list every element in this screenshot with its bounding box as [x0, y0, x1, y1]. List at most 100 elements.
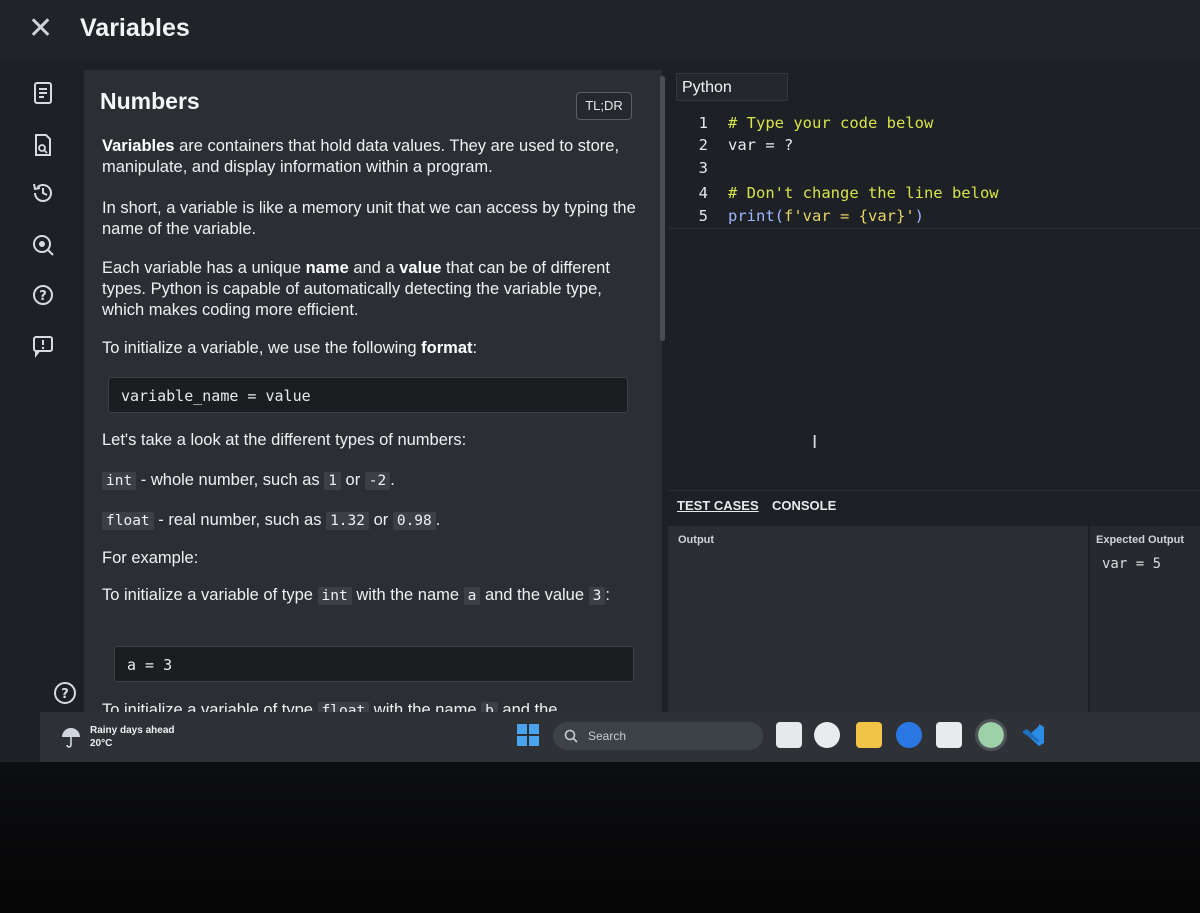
code-block-format: variable_name = value: [108, 377, 628, 413]
inline-code: -2: [364, 472, 391, 490]
paragraph-text: and the value: [480, 586, 589, 604]
weather-title: Rainy days ahead: [90, 725, 175, 736]
lesson-paragraph-1: Variables are containers that hold data …: [102, 136, 642, 178]
lesson-paragraph-8: To initialize a variable of type float w…: [102, 700, 642, 712]
weather-widget[interactable]: Rainy days ahead 20°C: [90, 724, 174, 750]
paragraph-text: or: [340, 471, 365, 489]
paragraph-text: :: [605, 586, 610, 604]
paragraph-text: or: [369, 511, 393, 529]
search-box[interactable]: [553, 722, 763, 750]
svg-text:?: ?: [39, 289, 47, 304]
paragraph-text: To initialize a variable of type: [102, 701, 318, 712]
store-icon[interactable]: [936, 722, 962, 748]
lesson-paragraph-6: For example:: [102, 549, 199, 567]
lesson-paragraph-2: In short, a variable is like a memory un…: [102, 199, 636, 238]
lesson-panel: Numbers TL;DR Variables are containers t…: [84, 70, 662, 712]
code-text: # Type your code below: [728, 114, 934, 132]
line-number: 3: [698, 159, 708, 177]
expected-output-value: var = 5: [1102, 556, 1162, 572]
paragraph-text: - real number, such as: [153, 511, 327, 529]
tldr-button[interactable]: TL;DR: [576, 92, 632, 120]
laptop-bezel: [0, 762, 1200, 913]
line-number: 5: [698, 207, 708, 225]
tab-test-cases[interactable]: TEST CASES: [677, 498, 759, 513]
history-icon[interactable]: [30, 180, 56, 206]
lesson-icon[interactable]: [30, 80, 56, 106]
vscode-icon[interactable]: [1020, 722, 1046, 748]
inline-code: float: [317, 702, 370, 712]
bold-term: name: [305, 259, 349, 277]
paragraph-text: To initialize a variable, we use the fol…: [102, 339, 422, 357]
paragraph-text: .: [390, 471, 395, 489]
windows-start-icon[interactable]: [515, 722, 541, 748]
divider: [668, 228, 1200, 229]
svg-text:?: ?: [61, 687, 69, 702]
inline-code: int: [102, 472, 137, 490]
output-pane: [668, 526, 1088, 712]
lesson-heading: Numbers: [100, 88, 200, 114]
paragraph-text: with the name: [351, 586, 464, 604]
line-number: 1: [698, 114, 708, 132]
bold-term: value: [399, 259, 442, 277]
code-text: print(f'var = {var}'): [728, 205, 924, 227]
paragraph-text: :: [472, 339, 478, 357]
bold-term: Variables: [102, 137, 175, 155]
paragraph-text: are containers that hold data values. Th…: [102, 137, 620, 176]
help-icon[interactable]: ?: [30, 282, 56, 308]
line-number: 2: [698, 136, 708, 154]
int-description: int - whole number, such as 1 or -2.: [102, 470, 642, 492]
code-text: var = ?: [728, 136, 794, 154]
output-label: Output: [678, 534, 715, 546]
report-icon[interactable]: [30, 332, 56, 358]
code-text: # Don't change the line below: [728, 184, 999, 202]
line-number: 4: [698, 184, 708, 202]
inline-code: 1.32: [326, 512, 369, 530]
paragraph-text: - whole number, such as: [136, 471, 325, 489]
lesson-paragraph-7: To initialize a variable of type int wit…: [102, 585, 642, 607]
paragraph-text: Each variable has a unique: [102, 259, 306, 277]
expected-output-pane: [1090, 526, 1200, 712]
inline-code: 1: [324, 472, 341, 490]
inline-code: 0.98: [392, 512, 436, 530]
expected-output-label: Expected Output: [1096, 534, 1185, 546]
app-icon-active[interactable]: [975, 719, 1007, 751]
code-keyword: ): [914, 207, 924, 225]
paragraph-text: and a: [348, 259, 400, 277]
inline-code: a: [463, 587, 481, 605]
widgets-icon[interactable]: [814, 722, 840, 748]
lesson-scrollbar[interactable]: [660, 76, 665, 341]
task-view-icon[interactable]: [776, 722, 802, 748]
title-bar: ✕ Variables: [0, 0, 1200, 60]
paragraph-text: To initialize a variable of type: [102, 586, 318, 604]
page-title: Variables: [80, 14, 190, 42]
weather-temp: 20°C: [90, 738, 113, 749]
tab-console[interactable]: CONSOLE: [772, 498, 836, 513]
screen: ✕ Variables ? ? Numbers TL;DR Variables …: [0, 0, 1200, 762]
search-icon: [563, 728, 579, 744]
close-icon[interactable]: ✕: [28, 14, 53, 44]
code-keyword: print(: [728, 207, 784, 225]
umbrella-icon[interactable]: [60, 726, 82, 748]
paragraph-text: with the name: [369, 701, 482, 712]
search-document-icon[interactable]: [30, 132, 56, 158]
search-placeholder: Search: [588, 729, 627, 743]
inline-code: float: [102, 512, 154, 530]
edge-browser-icon[interactable]: [896, 722, 922, 748]
lesson-paragraph-5: Let's take a look at the different types…: [102, 431, 467, 449]
inline-code: int: [317, 587, 352, 605]
bold-term: format: [421, 339, 473, 357]
lesson-paragraph-3: Each variable has a unique name and a va…: [102, 258, 642, 321]
help-circle-icon[interactable]: ?: [52, 680, 78, 706]
paragraph-text: and the: [497, 701, 558, 712]
inline-code: b: [481, 702, 498, 712]
text-cursor-icon: I: [812, 432, 818, 453]
paragraph-text: .: [435, 511, 441, 529]
file-explorer-icon[interactable]: [856, 722, 882, 748]
float-description: float - real number, such as 1.32 or 0.9…: [102, 510, 642, 532]
code-string: f'var = {var}': [784, 207, 915, 225]
zoom-icon[interactable]: [30, 232, 56, 258]
lesson-paragraph-4: To initialize a variable, we use the fol…: [102, 338, 642, 359]
code-block-example: a = 3: [114, 646, 634, 682]
inline-code: 3: [588, 587, 606, 605]
language-tab[interactable]: Python: [676, 73, 788, 101]
